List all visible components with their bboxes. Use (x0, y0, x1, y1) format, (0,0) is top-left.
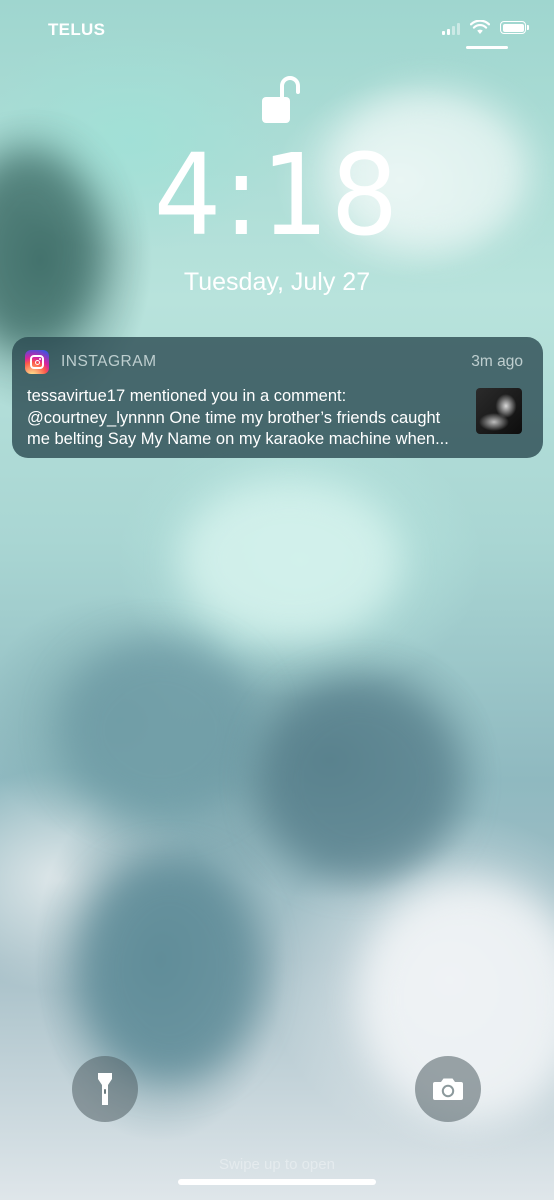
smoke-decoration (80, 860, 260, 1080)
instagram-icon (25, 350, 49, 374)
notification-line: @courtney_lynnnn One time my brother’s f… (27, 408, 441, 427)
signal-bars-icon (442, 21, 460, 35)
swipe-hint: Swipe up to open (219, 1156, 335, 1173)
lock-screen: TELUS 4:18 Tuesday, July 27 INSTAGRAM 3m… (0, 0, 554, 1200)
post-thumbnail (476, 388, 522, 434)
lock-date: Tuesday, July 27 (183, 268, 371, 296)
wifi-icon (470, 20, 490, 34)
unlocked-padlock-icon (262, 76, 300, 123)
control-center-indicator[interactable] (466, 46, 508, 49)
status-icons (442, 20, 529, 35)
smoke-decoration (260, 680, 460, 880)
instagram-notification[interactable]: INSTAGRAM 3m ago tessavirtue17 mentioned… (12, 337, 543, 458)
notification-app-name: INSTAGRAM (61, 353, 157, 370)
flashlight-icon (98, 1073, 112, 1105)
notification-message: tessavirtue17 mentioned you in a comment… (27, 386, 477, 451)
home-indicator[interactable] (178, 1179, 376, 1185)
smoke-decoration (60, 640, 260, 820)
carrier-name: TELUS (48, 20, 106, 39)
battery-fill (502, 23, 524, 32)
notification-line: tessavirtue17 mentioned you in a comment… (27, 387, 347, 405)
camera-button[interactable] (415, 1056, 481, 1122)
flashlight-button[interactable] (72, 1056, 138, 1122)
smoke-decoration (180, 480, 400, 640)
notification-time: 3m ago (471, 353, 523, 370)
lock-time: 4:18 (153, 131, 401, 261)
camera-icon (433, 1078, 463, 1100)
notification-line: me belting Say My Name on my karaoke mac… (27, 430, 449, 448)
battery-icon (500, 21, 529, 34)
